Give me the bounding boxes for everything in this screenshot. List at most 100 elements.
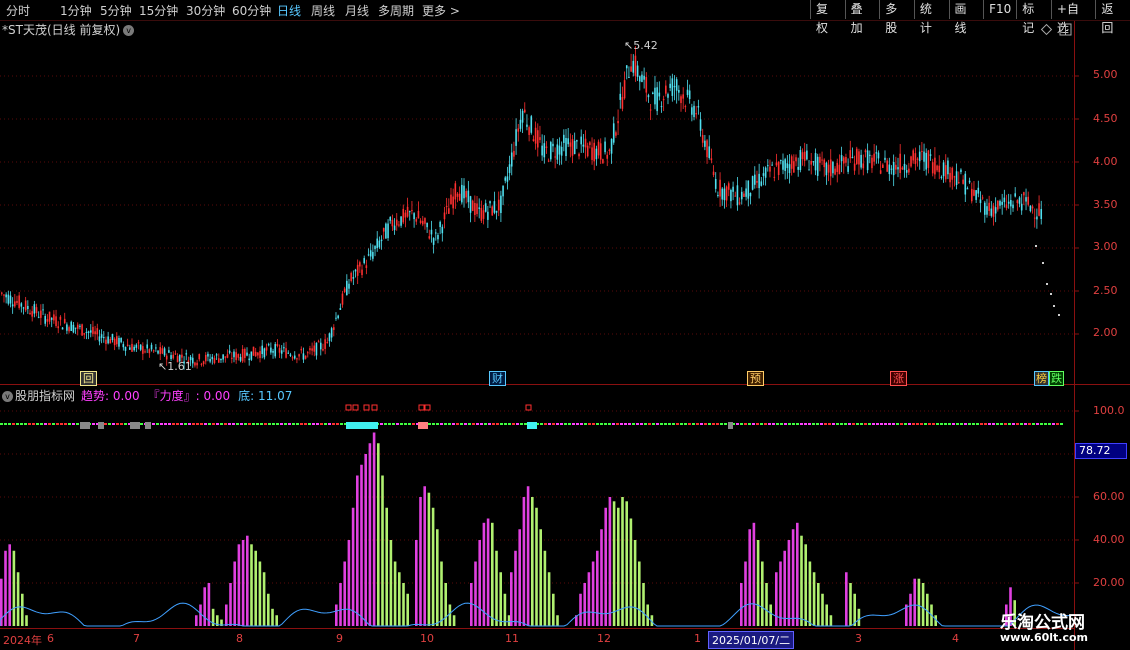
candle-body [855, 148, 858, 164]
candle-body [502, 185, 504, 197]
candle-body [319, 342, 322, 350]
candle-body [790, 156, 793, 169]
candle-body [869, 154, 871, 156]
candle-body [276, 344, 279, 347]
event-marker-finance[interactable]: 财 [489, 371, 506, 386]
candle-body [356, 264, 359, 276]
candle-body [717, 194, 719, 196]
indicator-bar [452, 615, 456, 626]
event-marker-limit-up[interactable]: 涨 [890, 371, 907, 386]
candle-body [298, 354, 300, 357]
candle-body [363, 258, 365, 264]
signal-dash [608, 423, 611, 425]
signal-marker [424, 404, 431, 411]
candle-body [801, 152, 804, 160]
candle-body [37, 316, 40, 318]
signal-dash [760, 423, 763, 425]
candle-body [539, 137, 541, 141]
indicator-bar [21, 593, 24, 626]
indicator-bar [482, 522, 486, 626]
signal-dash [832, 423, 835, 425]
candle-body [16, 300, 18, 303]
candle-body [139, 344, 142, 350]
indicator-bar [775, 572, 778, 626]
candle-body [309, 348, 311, 351]
high-price-label: ↖5.42 [624, 39, 658, 52]
signal-dash [644, 423, 647, 425]
candle-body [74, 327, 77, 329]
candle-body [471, 200, 474, 211]
candle-body [866, 150, 869, 171]
signal-dash [724, 423, 727, 425]
event-marker-limit-down[interactable]: 跌 [1049, 371, 1064, 386]
candle-body [94, 331, 96, 335]
event-marker-forecast[interactable]: 预 [747, 371, 764, 386]
indicator-bar [829, 615, 833, 626]
signal-dash [16, 423, 19, 425]
signal-dash [108, 423, 111, 425]
event-marker-list[interactable]: 榜 [1034, 371, 1049, 386]
price-axis-label: 2.00 [1093, 326, 1118, 339]
candle-body [997, 200, 999, 210]
candle-body [469, 196, 472, 213]
signal-dash [324, 423, 327, 425]
indicator-bar [579, 593, 582, 626]
candle-body [463, 185, 465, 199]
indicator-bars [0, 432, 1016, 626]
signal-dash [904, 423, 907, 425]
diamond-icon[interactable] [1040, 23, 1053, 36]
kline-canvas[interactable] [0, 0, 1130, 650]
candle-body [267, 344, 270, 346]
candle-body [254, 351, 257, 357]
candle-body [487, 211, 489, 220]
candle-body [669, 83, 671, 88]
candle-body [984, 202, 986, 215]
candle-body [628, 76, 630, 78]
signal-dash [232, 423, 235, 425]
candle-body [786, 163, 789, 169]
candle-body [439, 221, 441, 228]
candle-body [569, 142, 572, 147]
signal-dash [800, 423, 803, 425]
indicator-bar [761, 561, 764, 626]
signal-dash [452, 423, 455, 425]
signal-marker [371, 404, 378, 411]
indicator-bar [436, 529, 439, 626]
signal-dash [612, 423, 615, 425]
candle-body [699, 119, 702, 131]
candle-body [545, 146, 548, 148]
indicator-bar [800, 535, 803, 626]
chevron-down-icon[interactable]: v [2, 391, 13, 402]
candle-body [571, 139, 574, 156]
signal-dash [656, 423, 659, 425]
window-toggle-icon[interactable] [1059, 23, 1072, 36]
signal-dash [464, 423, 467, 425]
candle-body [799, 150, 802, 171]
indicator-name[interactable]: 股朋指标网 [15, 389, 75, 403]
candle-body [517, 128, 520, 132]
candle-body [493, 201, 496, 213]
signal-dash [20, 423, 23, 425]
indicator-bar [237, 544, 241, 626]
candle-body [760, 181, 763, 186]
signal-dash [432, 423, 435, 425]
candle-body [688, 90, 691, 100]
candle-body [248, 358, 250, 361]
signal-dash [876, 423, 879, 425]
indicator-bar [347, 540, 351, 626]
candle-body [851, 156, 854, 158]
signal-block [98, 422, 104, 429]
candle-body [476, 203, 478, 215]
signal-dash [772, 423, 775, 425]
candle-body [437, 235, 439, 240]
candle-body [899, 153, 901, 174]
signal-dash [704, 423, 707, 425]
candle-body [908, 168, 910, 173]
indicator-bar [199, 604, 202, 626]
event-marker-buyback[interactable]: 回 [80, 371, 97, 386]
candle-body [289, 354, 292, 356]
signal-dash [516, 423, 519, 425]
signal-dash [92, 423, 95, 425]
candle-body [660, 106, 663, 108]
indicator-bar [448, 604, 452, 626]
